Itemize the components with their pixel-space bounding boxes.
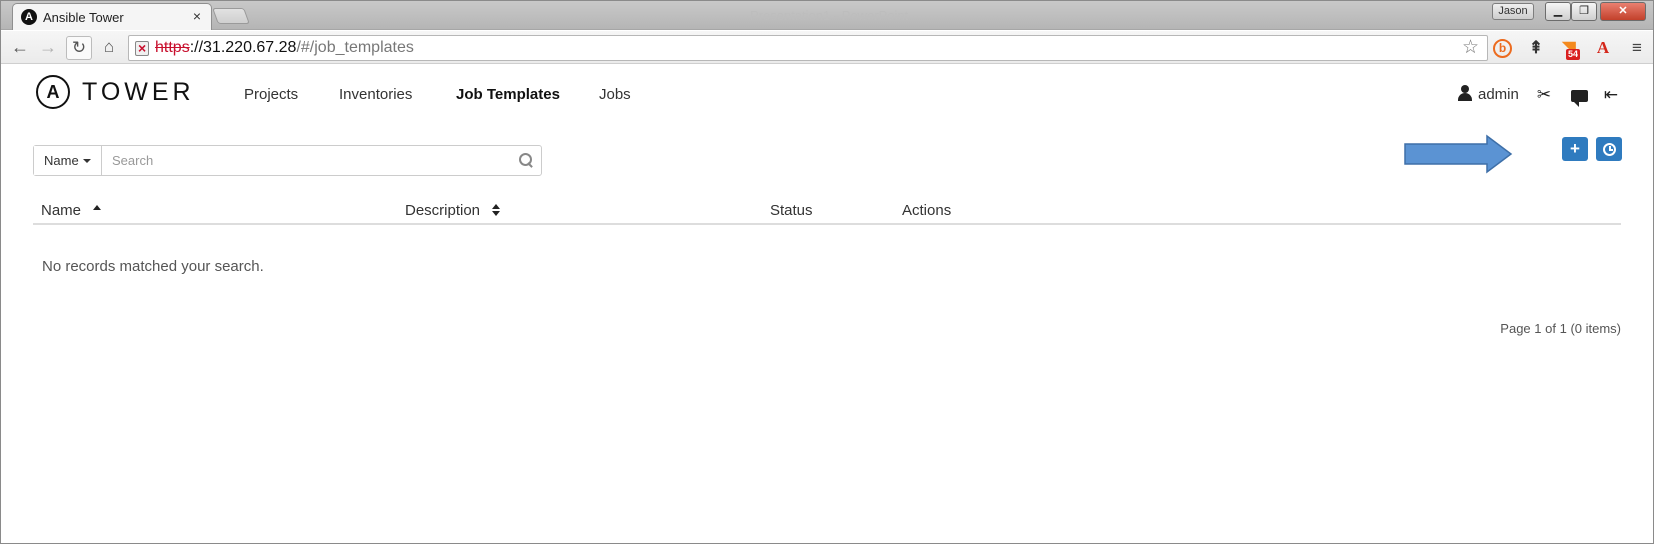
settings-tools-icon[interactable]: ✂ — [1533, 85, 1555, 105]
browser-tab[interactable]: A Ansible Tower × — [12, 3, 212, 30]
close-window-button[interactable]: ✕ — [1600, 2, 1646, 21]
sort-icon — [492, 204, 501, 216]
add-job-template-button[interactable]: + — [1562, 137, 1588, 161]
nav-jobs[interactable]: Jobs — [599, 86, 631, 103]
clock-icon — [1602, 143, 1616, 156]
callout-arrow — [1404, 134, 1513, 174]
url-text: https://31.220.67.28/#/job_templates — [155, 36, 414, 60]
logo-text: TOWER — [82, 78, 195, 106]
activity-stream-button[interactable] — [1596, 137, 1622, 161]
extension-tree-icon[interactable]: ⇞ — [1525, 37, 1547, 59]
column-header-description[interactable]: Description — [405, 202, 501, 219]
url-path: /#/job_templates — [296, 39, 414, 56]
ansible-logo-icon: A — [36, 75, 70, 109]
pager-mid: of — [1541, 321, 1560, 336]
nav-projects[interactable]: Projects — [244, 86, 298, 103]
minimize-button[interactable]: ▁ — [1545, 2, 1571, 21]
user-icon — [1458, 85, 1472, 101]
empty-table-message: No records matched your search. — [42, 258, 264, 275]
browser-titlebar: A Ansible Tower × Presentation1 - PowerP… — [0, 0, 1654, 30]
caret-down-icon — [82, 159, 91, 163]
tower-app: A TOWER Projects Inventories Job Templat… — [0, 64, 1654, 544]
reload-icon[interactable]: ↻ — [66, 36, 92, 60]
column-header-status: Status — [770, 202, 813, 219]
url-scheme: https — [155, 39, 190, 56]
browser-menu-icon[interactable]: ≡ — [1626, 37, 1648, 59]
current-page: 1 — [1534, 321, 1542, 336]
rss-badge: 54 — [1566, 49, 1581, 60]
url-host: ://31.220.67.28 — [189, 39, 297, 56]
back-arrow-icon[interactable]: ← — [8, 36, 32, 60]
chat-icon[interactable] — [1568, 85, 1590, 107]
search-field-label: Name — [44, 153, 79, 168]
total-pages: 1 — [1559, 321, 1567, 336]
maximize-button[interactable]: ❐ — [1571, 2, 1597, 21]
profile-button[interactable]: Jason — [1492, 3, 1534, 20]
column-name-label: Name — [41, 202, 82, 219]
search-bar: Name — [33, 145, 542, 176]
nav-inventories[interactable]: Inventories — [339, 86, 412, 103]
browser-toolbar: ← → ↻ ⌂ × https://31.220.67.28/#/job_tem… — [0, 31, 1654, 64]
search-input[interactable] — [104, 146, 504, 175]
ssl-error-icon: × — [138, 40, 147, 56]
column-header-name[interactable]: Name — [41, 202, 102, 219]
ansible-favicon-icon: A — [21, 9, 37, 25]
adobe-extension-icon[interactable]: A — [1592, 37, 1614, 59]
address-bar[interactable]: × https://31.220.67.28/#/job_templates ☆ — [128, 35, 1488, 61]
home-icon[interactable]: ⌂ — [97, 36, 121, 60]
pager-prefix: Page — [1500, 321, 1535, 336]
bookmark-star-icon[interactable]: ☆ — [1462, 36, 1479, 60]
tab-title: Ansible Tower — [43, 10, 124, 25]
search-icon[interactable] — [519, 153, 533, 167]
tab-close-icon[interactable]: × — [193, 8, 201, 24]
logout-icon[interactable]: ⇤ — [1600, 85, 1622, 105]
faded-window-title: Presentation1 - PowerPoint — [750, 8, 909, 23]
sort-ascending-icon — [93, 205, 102, 210]
table-header: Name Description Status Actions — [33, 191, 1621, 225]
pagination-info: Page 1 of 1 (0 items) — [1500, 321, 1621, 336]
extension-b-icon[interactable]: b — [1493, 39, 1512, 58]
user-menu[interactable]: admin — [1458, 85, 1519, 103]
column-header-actions: Actions — [902, 202, 952, 219]
search-field-dropdown[interactable]: Name — [34, 146, 102, 175]
forward-arrow-icon[interactable]: → — [36, 36, 60, 60]
item-count: (0 items) — [1566, 321, 1621, 336]
new-tab-button[interactable] — [212, 8, 250, 24]
nav-job-templates[interactable]: Job Templates — [456, 86, 560, 103]
username: admin — [1478, 86, 1519, 103]
column-description-label: Description — [405, 202, 481, 219]
